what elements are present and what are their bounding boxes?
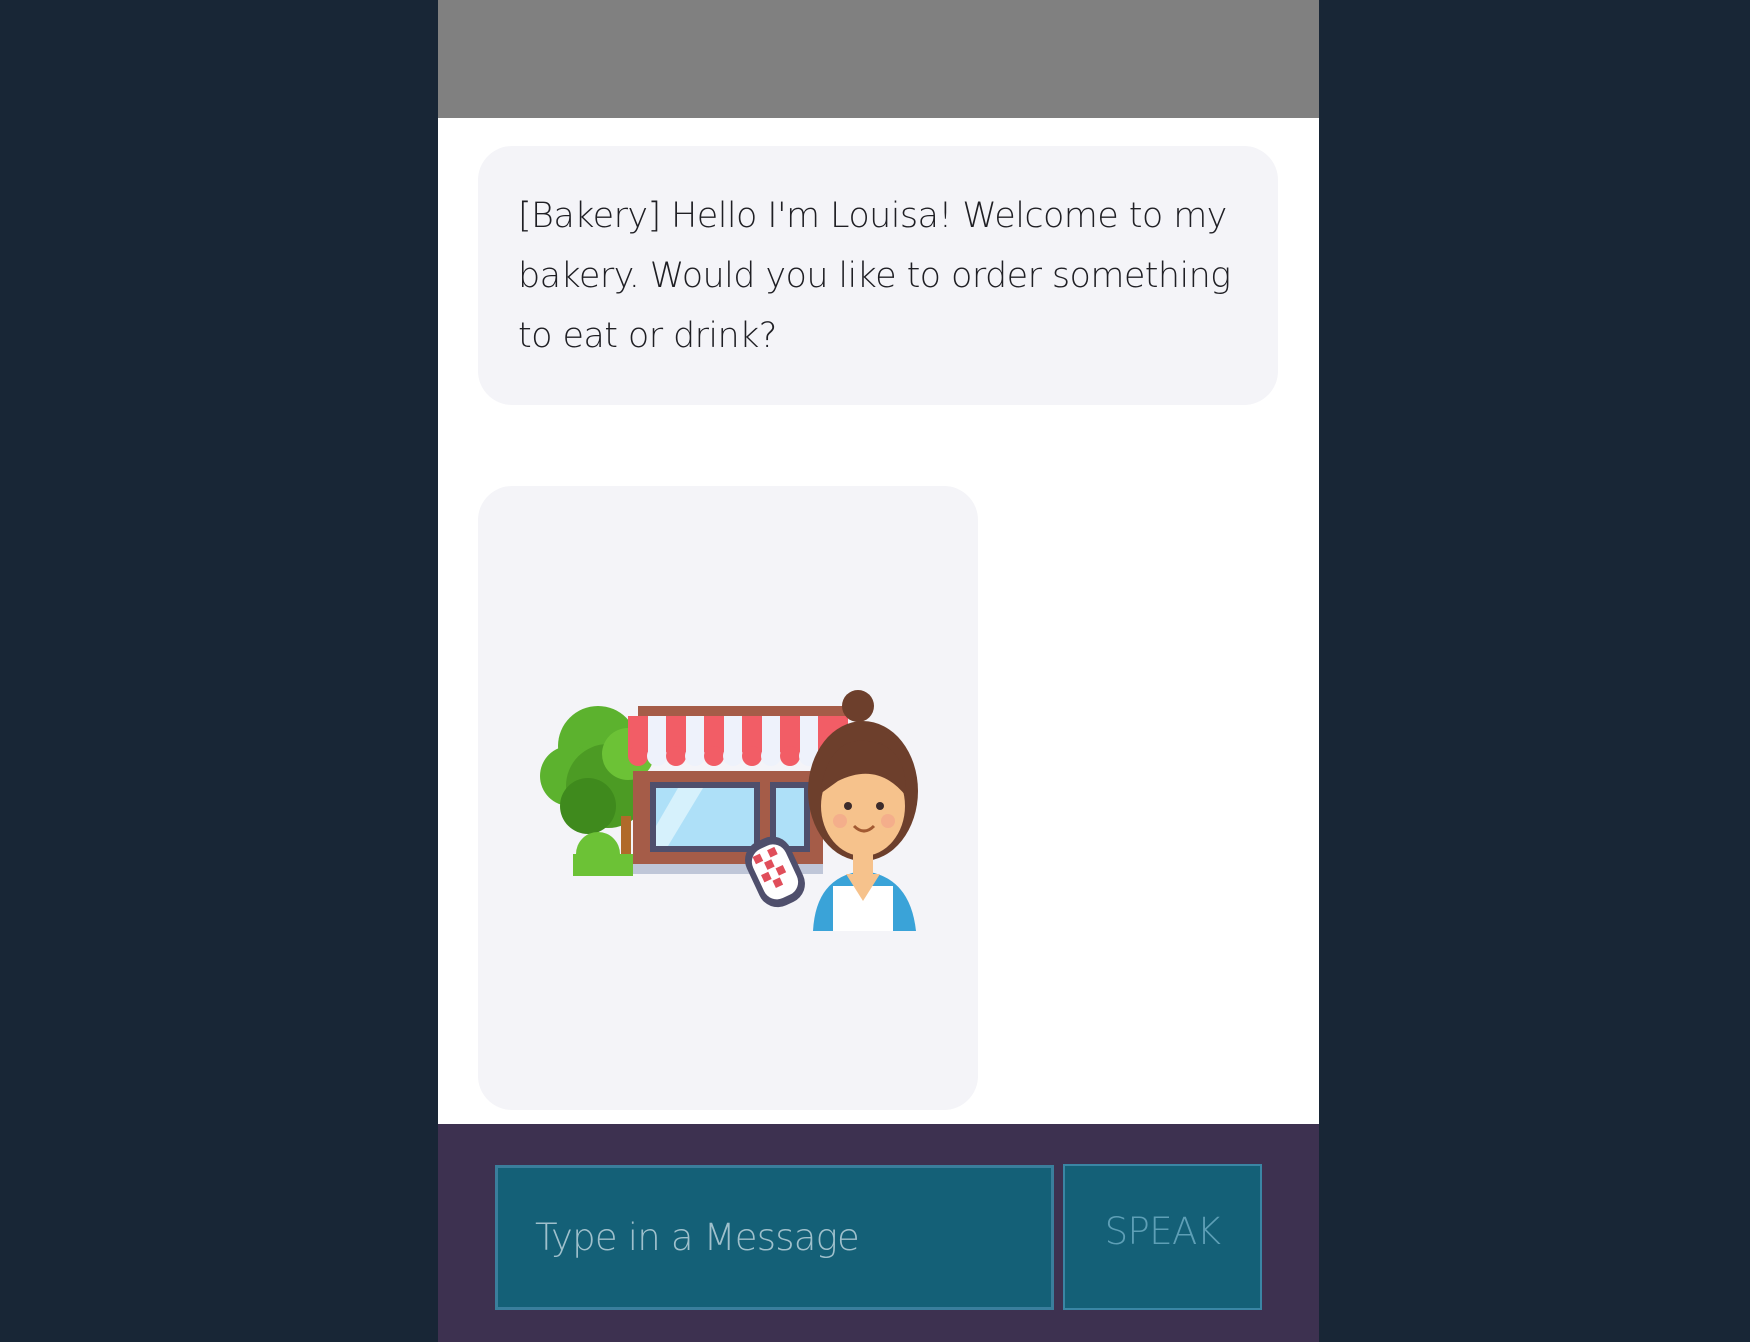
- message-composer: SPEAK: [438, 1124, 1319, 1342]
- message-input[interactable]: [495, 1165, 1054, 1310]
- bakery-shopkeeper-illustration: [540, 690, 918, 931]
- bot-message-text: [Bakery] Hello I'm Louisa! Welcome to my…: [518, 196, 1231, 356]
- chat-app: [Bakery] Hello I'm Louisa! Welcome to my…: [438, 0, 1319, 1342]
- chat-history[interactable]: [Bakery] Hello I'm Louisa! Welcome to my…: [438, 118, 1319, 1124]
- top-bar: [438, 0, 1319, 118]
- bot-image-bubble: [478, 486, 978, 1110]
- bot-message-bubble: [Bakery] Hello I'm Louisa! Welcome to my…: [478, 146, 1278, 405]
- speak-button[interactable]: SPEAK: [1063, 1164, 1262, 1310]
